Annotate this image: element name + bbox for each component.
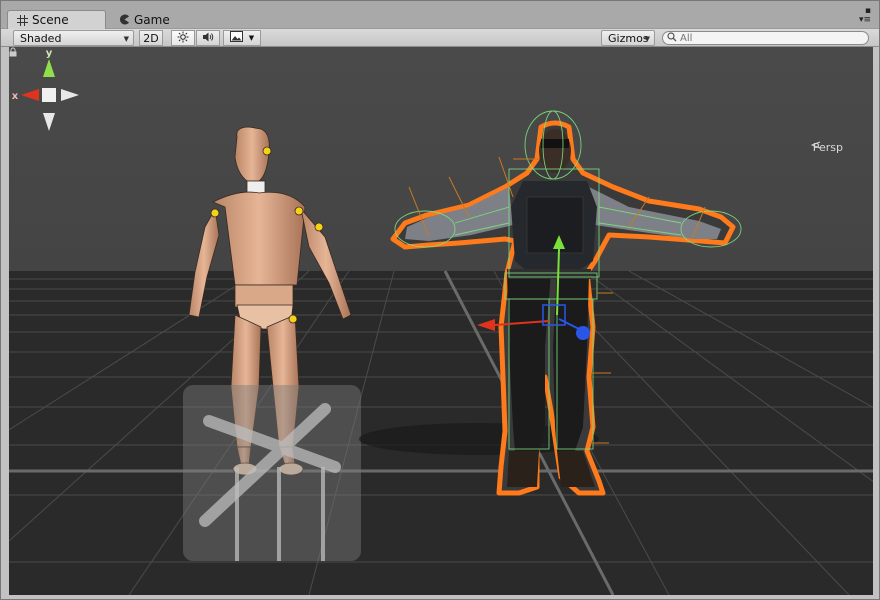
scene-lighting-button[interactable] [171, 30, 195, 46]
effects-arrow-icon: ▼ [248, 34, 255, 42]
tab-scene-label: Scene [32, 13, 69, 27]
pacman-icon [118, 14, 130, 26]
shading-mode-dropdown[interactable]: Shaded ▼ [13, 30, 134, 46]
orientation-gizmo[interactable]: y x [9, 47, 89, 147]
dropdown-arrow-icon: ▼ [644, 35, 650, 43]
gizmos-label: Gizmos [608, 31, 649, 45]
speaker-icon [202, 31, 215, 46]
lock-icon[interactable] [9, 47, 17, 57]
grid-icon [16, 14, 28, 26]
tab-game-label: Game [134, 12, 170, 27]
y-axis-label: y [46, 48, 53, 59]
projection-toggle[interactable]: Persp [810, 141, 843, 154]
neg-y-axis-cone[interactable] [43, 113, 55, 131]
window-controls: ▪ ▾≡ [859, 7, 871, 25]
z-axis-handle[interactable] [576, 326, 590, 340]
menu-icon[interactable]: ▾≡ [859, 16, 871, 25]
scene-toolbar: Shaded ▼ 2D ▼ Gizmos ▼ [1, 29, 879, 47]
search-icon [667, 31, 677, 45]
shading-mode-label: Shaded [20, 31, 62, 45]
x-axis-label: x [12, 91, 19, 102]
y-axis-cone[interactable] [43, 59, 55, 77]
scene-canvas[interactable] [9, 47, 873, 595]
neg-x-axis-cone[interactable] [61, 89, 79, 101]
tab-scene[interactable]: Scene [7, 10, 106, 29]
dropdown-arrow-icon: ▼ [123, 35, 129, 43]
scene-audio-button[interactable] [196, 30, 220, 46]
scene-viewport[interactable]: y x Persp [9, 47, 873, 595]
scene-window: Scene Game ▪ ▾≡ Shaded ▼ 2D ▼ Gizmos ▼ A… [0, 0, 880, 600]
x-axis-cone[interactable] [21, 89, 39, 101]
camera-gizmo-icon[interactable] [183, 385, 361, 561]
search-input[interactable] [680, 32, 860, 44]
sun-icon [177, 31, 189, 46]
hierarchy-search [662, 31, 869, 45]
2d-mode-button[interactable]: 2D [139, 30, 163, 46]
image-icon [229, 31, 243, 45]
tab-strip: Scene Game ▪ ▾≡ [1, 1, 879, 29]
scene-effects-dropdown[interactable]: ▼ [223, 30, 261, 46]
center-cube[interactable] [42, 88, 56, 102]
tab-game[interactable]: Game [110, 10, 192, 29]
2d-mode-label: 2D [143, 31, 159, 45]
gizmos-dropdown[interactable]: Gizmos ▼ [601, 30, 655, 46]
